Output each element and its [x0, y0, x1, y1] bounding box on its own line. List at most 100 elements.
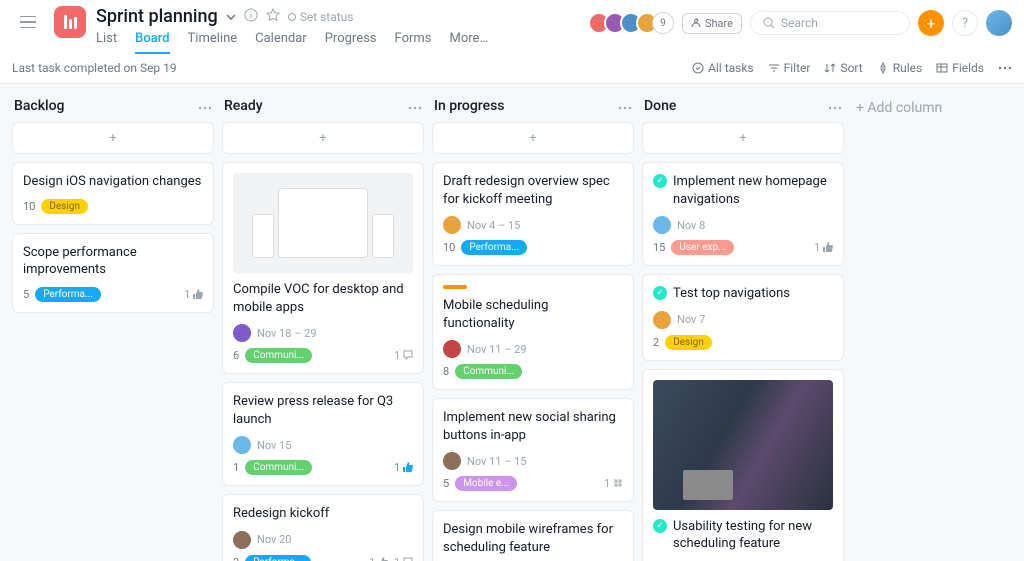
task-title: Redesign kickoff [233, 505, 329, 523]
tab-progress[interactable]: Progress [325, 31, 377, 54]
last-task-status: Last task completed on Sep 19 [12, 61, 692, 75]
task-card[interactable]: Redesign kickoff Nov 20 2 Performa... 1 1 [222, 494, 424, 561]
task-complete-icon: ✓ [653, 286, 667, 300]
column-title: Done [644, 98, 676, 114]
assignee-avatar [443, 340, 461, 358]
task-date: Nov 11 – 29 [467, 343, 527, 356]
task-complete-icon: ✓ [653, 174, 667, 188]
task-points: 5 [23, 288, 29, 301]
column-done: Done + ✓ Implement new homepage navigatio… [642, 94, 844, 551]
column-ready: Ready + Compile VOC for desktop and mobi… [222, 94, 424, 551]
task-points: 15 [653, 241, 665, 254]
subtasks-count[interactable]: 1 [604, 477, 623, 490]
task-card[interactable]: Review press release for Q3 launchNov 15… [222, 382, 424, 486]
more-actions[interactable] [998, 66, 1012, 70]
current-user-avatar[interactable] [986, 10, 1012, 36]
project-title: Sprint planning [96, 6, 218, 27]
task-card[interactable]: Design iOS navigation changes 10 Design [12, 162, 214, 225]
likes-count[interactable]: 1 [184, 288, 203, 301]
sort-button[interactable]: Sort [824, 61, 862, 75]
add-task-button[interactable]: + [222, 122, 424, 154]
avatar-overflow-count[interactable]: 9 [652, 12, 674, 34]
task-points: 10 [443, 241, 455, 254]
filter-button[interactable]: Filter [768, 61, 811, 75]
fields-button[interactable]: Fields [936, 61, 984, 75]
column-menu[interactable] [618, 99, 632, 114]
tab-calendar[interactable]: Calendar [255, 31, 307, 54]
assignee-avatar [653, 311, 671, 329]
assignee-avatar [653, 216, 671, 234]
assignee-avatar [233, 531, 251, 549]
task-title: Design mobile wireframes for scheduling … [443, 521, 623, 556]
task-points: 10 [23, 200, 35, 213]
member-avatars[interactable]: 9 [594, 12, 674, 34]
tab-list[interactable]: List [96, 31, 117, 54]
task-card[interactable]: Implement new social sharing buttons in-… [432, 398, 634, 502]
tab-forms[interactable]: Forms [395, 31, 432, 54]
hamburger-menu[interactable] [12, 6, 44, 38]
add-task-button[interactable]: + [12, 122, 214, 154]
task-tag: Performa... [461, 240, 527, 255]
project-dropdown[interactable] [226, 9, 236, 24]
task-card[interactable]: Compile VOC for desktop and mobile appsN… [222, 162, 424, 374]
column-in-progress: In progress + Draft redesign overview sp… [432, 94, 634, 551]
task-date: Nov 15 [257, 439, 291, 452]
comments-count[interactable]: 1 [394, 556, 413, 561]
column-backlog: Backlog + Design iOS navigation changes 1… [12, 94, 214, 551]
likes-count[interactable]: 1 [369, 556, 388, 561]
card-attachment-image [653, 380, 833, 510]
add-column-button[interactable]: + Add column [852, 94, 1012, 551]
task-title: Scope performance improvements [23, 244, 203, 279]
task-points: 1 [233, 461, 239, 474]
card-attachment-image [233, 173, 413, 273]
assignee-avatar [233, 324, 251, 342]
all-tasks-filter[interactable]: All tasks [692, 61, 754, 75]
rules-button[interactable]: Rules [877, 61, 922, 75]
assignee-avatar [443, 216, 461, 234]
set-status-button[interactable]: Set status [288, 10, 354, 24]
task-title: Implement new homepage navigations [673, 173, 833, 208]
task-title: Draft redesign overview spec for kickoff… [443, 173, 623, 208]
column-menu[interactable] [198, 99, 212, 114]
column-title: Backlog [14, 98, 64, 114]
task-tag: Communi... [455, 364, 522, 379]
comments-count[interactable]: 1 [394, 349, 413, 362]
column-menu[interactable] [408, 99, 422, 114]
task-title: Implement new social sharing buttons in-… [443, 409, 623, 444]
tab-more[interactable]: More… [450, 31, 489, 54]
likes-count[interactable]: 1 [394, 461, 413, 474]
star-icon[interactable] [266, 8, 280, 26]
task-card[interactable]: ✓Usability testing for new scheduling fe… [642, 369, 844, 561]
quick-add-button[interactable]: + [918, 10, 944, 36]
task-title: Test top navigations [673, 285, 790, 303]
task-card[interactable]: Mobile scheduling functionality Nov 11 – … [432, 274, 634, 390]
task-tag: Performa... [245, 555, 311, 561]
task-title: Compile VOC for desktop and mobile apps [233, 281, 413, 316]
tab-board[interactable]: Board [135, 31, 169, 54]
info-icon[interactable] [244, 8, 258, 26]
tab-timeline[interactable]: Timeline [188, 31, 238, 54]
task-card[interactable]: ✓Implement new homepage navigationsNov 8… [642, 162, 844, 266]
task-date: Nov 4 – 15 [467, 219, 520, 232]
add-task-button[interactable]: + [642, 122, 844, 154]
task-card[interactable]: Scope performance improvements5Performa.… [12, 233, 214, 313]
task-card[interactable]: Draft redesign overview spec for kickoff… [432, 162, 634, 266]
column-menu[interactable] [828, 99, 842, 114]
task-card[interactable]: ✓Test top navigationsNov 72Design [642, 274, 844, 361]
task-tag: Design [41, 199, 88, 214]
task-title: Mobile scheduling functionality [443, 297, 623, 332]
share-button[interactable]: Share [682, 13, 742, 34]
task-card[interactable]: Design mobile wireframes for scheduling … [432, 510, 634, 561]
column-title: Ready [224, 98, 263, 114]
help-button[interactable]: ? [952, 10, 978, 36]
likes-count[interactable]: 1 [814, 241, 833, 254]
search-input[interactable]: Search [750, 11, 910, 35]
add-task-button[interactable]: + [432, 122, 634, 154]
task-tag: Communi... [245, 348, 312, 363]
task-date: Nov 20 [257, 533, 291, 546]
task-tag: User exp... [671, 240, 734, 255]
task-complete-icon: ✓ [653, 519, 667, 533]
task-date: Nov 7 [677, 313, 705, 326]
task-points: 2 [233, 556, 239, 561]
task-title: Design iOS navigation changes [23, 173, 201, 191]
